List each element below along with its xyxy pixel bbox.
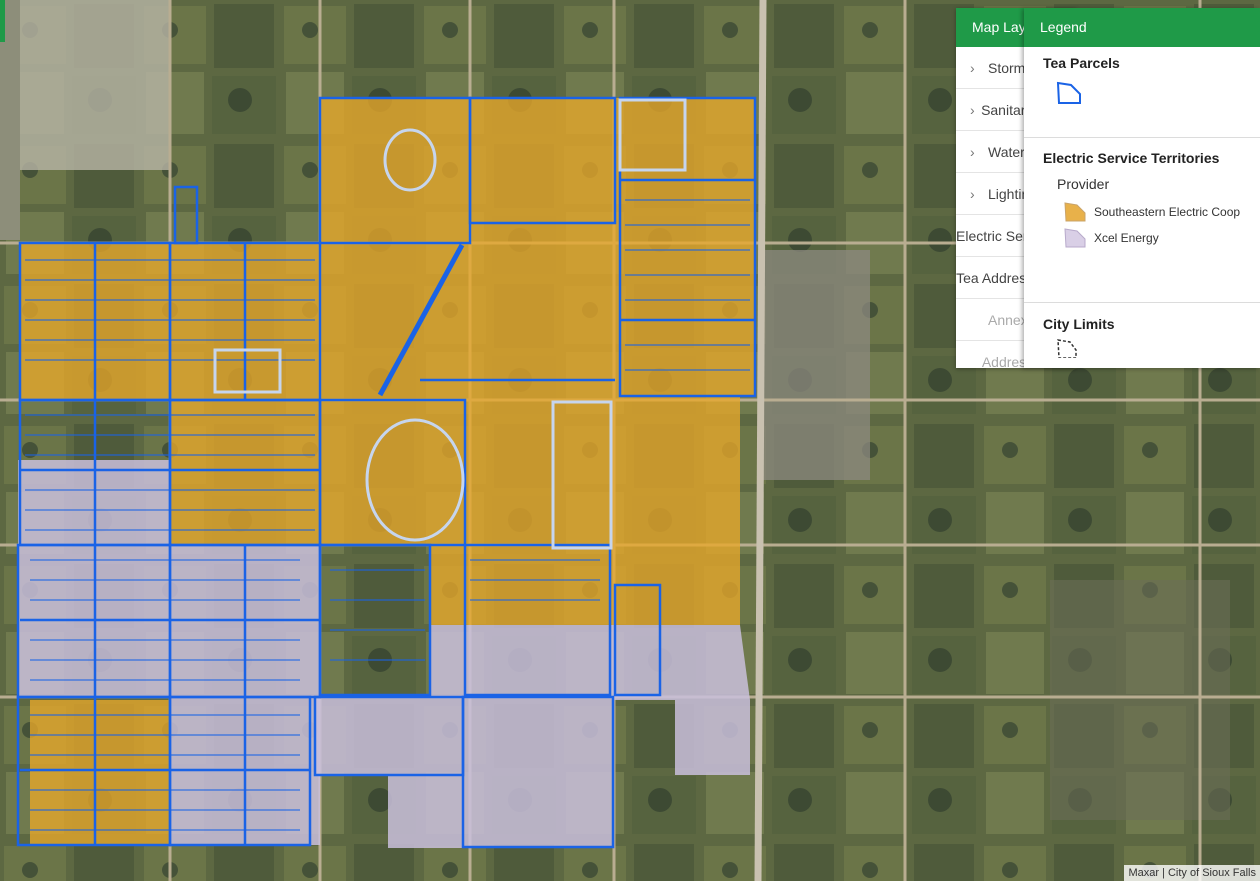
layer-item-label: Water [988, 143, 1025, 160]
legend-section-city-limits: City Limits [1024, 303, 1260, 363]
side-panel-tab[interactable] [0, 0, 5, 42]
xcel-swatch-icon [1064, 228, 1086, 248]
legend-item-xcel-label: Xcel Energy [1094, 231, 1159, 245]
coop-swatch-icon [1064, 202, 1086, 222]
legend-subtitle-provider: Provider [1057, 176, 1110, 192]
map-attribution: Maxar | City of Sioux Falls [1124, 865, 1260, 881]
chevron-right-icon[interactable]: › [970, 60, 984, 76]
legend-item-coop: Southeastern Electric Coop [1024, 192, 1260, 222]
legend-panel: Legend Tea Parcels Electric Service Terr… [1024, 8, 1260, 368]
legend-section-electric: Electric Service Territories Provider So… [1024, 138, 1260, 303]
chevron-right-icon[interactable]: › [970, 102, 977, 118]
parcel-outline-icon [1056, 81, 1081, 104]
legend-title-electric: Electric Service Territories [1043, 150, 1220, 166]
chevron-right-icon[interactable]: › [970, 144, 984, 160]
legend-item-coop-label: Southeastern Electric Coop [1094, 205, 1241, 219]
chevron-right-icon[interactable]: › [970, 186, 984, 202]
legend-title-tea-parcels: Tea Parcels [1043, 55, 1120, 71]
legend-header[interactable]: Legend [1024, 8, 1260, 47]
dashed-outline-icon [1057, 339, 1077, 359]
legend-item-xcel: Xcel Energy [1024, 222, 1260, 248]
legend-section-tea-parcels: Tea Parcels [1024, 47, 1260, 138]
legend-title-city-limits: City Limits [1043, 316, 1115, 332]
